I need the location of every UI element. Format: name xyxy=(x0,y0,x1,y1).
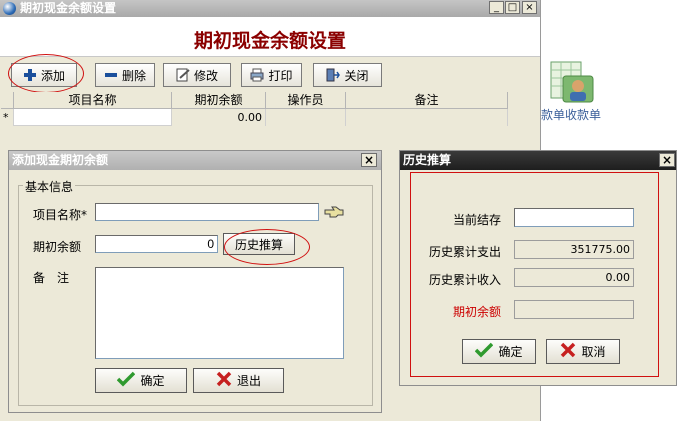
add-dialog-exit-button[interactable]: 退出 xyxy=(193,368,284,393)
main-window-title: 期初现金余额设置 xyxy=(20,1,117,15)
column-opening-balance[interactable]: 期初余额 xyxy=(172,92,266,109)
x-icon xyxy=(216,371,232,390)
ok-button-label: 确定 xyxy=(140,374,165,388)
minimize-button[interactable]: _ xyxy=(489,1,504,14)
income-label: 历史累计收入 xyxy=(429,273,502,287)
exit-door-icon xyxy=(326,68,341,82)
history-ok-button[interactable]: 确定 xyxy=(462,339,536,364)
maximize-button[interactable]: □ xyxy=(505,1,520,14)
table-row[interactable]: * 0.00 xyxy=(1,109,508,126)
main-window-titlebar[interactable]: 期初现金余额设置 xyxy=(0,0,540,17)
desktop-shortcut-label[interactable]: 款单收款单 xyxy=(541,106,601,123)
column-note[interactable]: 备注 xyxy=(346,92,508,109)
printer-icon xyxy=(250,68,264,82)
note-textarea[interactable] xyxy=(95,267,344,359)
edit-icon xyxy=(176,68,190,82)
print-button[interactable]: 打印 xyxy=(241,63,302,87)
close-button-label: 关闭 xyxy=(344,68,369,83)
cell-note[interactable] xyxy=(346,109,508,126)
add-button-annotation-ellipse xyxy=(8,54,84,93)
item-name-label: 项目名称* xyxy=(33,208,88,222)
cell-opening-balance[interactable]: 0.00 xyxy=(172,109,266,126)
group-title: 基本信息 xyxy=(23,178,76,195)
column-operator[interactable]: 操作员 xyxy=(266,92,346,109)
minus-icon xyxy=(104,68,118,82)
desktop-receipt-shortcut-icon[interactable] xyxy=(549,58,597,106)
delete-button[interactable]: 删除 xyxy=(95,63,155,87)
add-balance-dialog: 添加现金期初余额 × 基本信息 项目名称* 期初余额 历史推算 备 注 确定 退… xyxy=(8,150,382,413)
grid-corner-cell xyxy=(1,92,14,109)
grid-header: 项目名称 期初余额 操作员 备注 xyxy=(1,92,508,109)
current-balance-input[interactable] xyxy=(514,208,634,227)
add-dialog-title: 添加现金期初余额 xyxy=(12,153,109,167)
cell-item-name[interactable] xyxy=(14,109,172,126)
add-dialog-titlebar[interactable]: 添加现金期初余额 xyxy=(9,151,381,170)
history-cancel-button[interactable]: 取消 xyxy=(546,339,620,364)
edit-button-label: 修改 xyxy=(193,68,218,83)
opening-balance-result-label: 期初余额 xyxy=(453,305,502,319)
history-cancel-button-label: 取消 xyxy=(581,345,606,359)
opening-balance-result-value xyxy=(514,300,634,319)
cell-operator[interactable] xyxy=(266,109,346,126)
note-label: 备 注 xyxy=(33,271,70,285)
history-dialog-titlebar[interactable]: 历史推算 xyxy=(400,151,676,170)
expense-label: 历史累计支出 xyxy=(429,245,502,259)
opening-balance-input[interactable] xyxy=(95,235,218,253)
page-title: 期初现金余额设置 xyxy=(193,30,346,52)
column-item-name[interactable]: 项目名称 xyxy=(14,92,172,109)
close-window-button[interactable]: × xyxy=(522,1,537,14)
opening-balance-label: 期初余额 xyxy=(33,240,82,254)
history-calc-dialog: 历史推算 × 当前结存 历史累计支出 351775.00 历史累计收入 0.00… xyxy=(399,150,677,386)
current-balance-label: 当前结存 xyxy=(453,213,502,227)
check-icon xyxy=(117,371,136,390)
print-button-label: 打印 xyxy=(268,68,293,83)
new-row-marker: * xyxy=(1,109,14,126)
income-value: 0.00 xyxy=(514,268,634,287)
app-icon xyxy=(3,2,16,15)
exit-button-label: 退出 xyxy=(236,374,261,388)
close-button[interactable]: 关闭 xyxy=(313,63,382,87)
add-dialog-ok-button[interactable]: 确定 xyxy=(95,368,187,393)
delete-button-label: 删除 xyxy=(121,68,146,83)
x-icon xyxy=(560,342,576,361)
history-dialog-title: 历史推算 xyxy=(403,153,452,167)
history-button-annotation-ellipse xyxy=(224,229,310,265)
history-ok-button-label: 确定 xyxy=(498,345,523,359)
item-name-input[interactable] xyxy=(95,203,319,221)
check-icon xyxy=(475,342,494,361)
edit-button[interactable]: 修改 xyxy=(163,63,231,87)
history-dialog-close-button[interactable]: × xyxy=(659,153,675,167)
pointing-hand-icon xyxy=(324,205,344,222)
add-dialog-close-button[interactable]: × xyxy=(361,153,377,167)
expense-value: 351775.00 xyxy=(514,240,634,259)
